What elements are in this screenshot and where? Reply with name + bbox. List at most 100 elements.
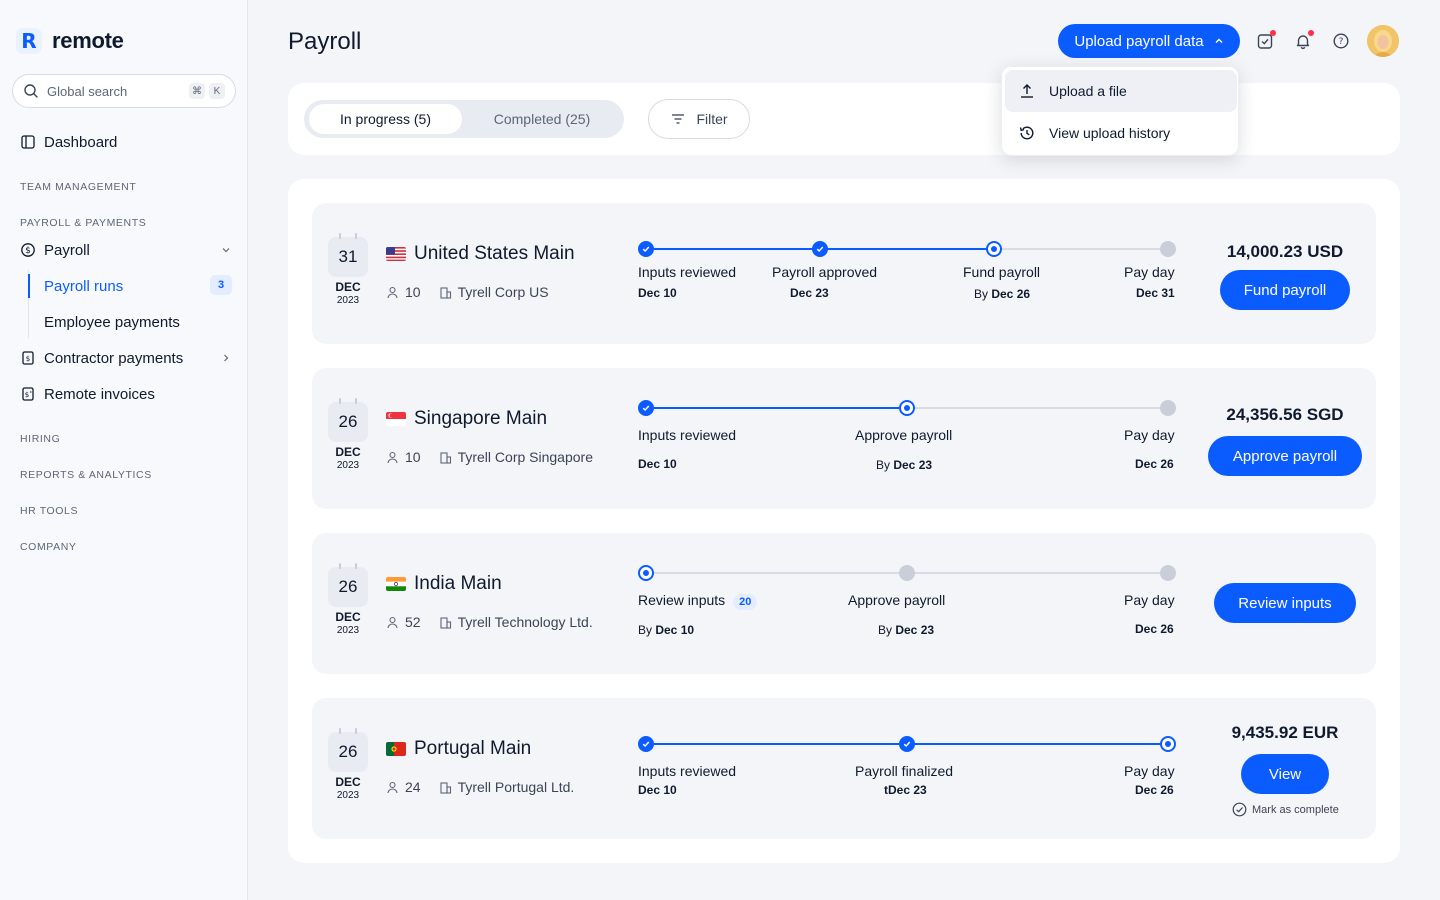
section-hr-tools[interactable]: HR TOOLS	[20, 505, 78, 517]
run-meta: 10 Tyrell Corp US	[386, 284, 549, 300]
progress-track-todo	[994, 248, 1168, 250]
run-people-count: 52	[405, 614, 421, 630]
run-name: India Main	[414, 573, 502, 594]
check-circle-icon	[1232, 802, 1247, 817]
payroll-run-card[interactable]	[312, 698, 1376, 839]
search-placeholder: Global search	[47, 83, 128, 99]
nav-remote-invoices-label: Remote invoices	[44, 385, 155, 403]
run-day: 26	[338, 742, 358, 761]
step-date-value: Dec 26	[1135, 622, 1174, 636]
step-label: Pay day	[1124, 592, 1175, 608]
run-year: 2023	[336, 625, 360, 636]
step-date: By Dec 26	[974, 287, 1030, 301]
nav-dashboard[interactable]: Dashboard	[20, 130, 117, 154]
menu-view-upload-history[interactable]: View upload history	[1005, 112, 1237, 154]
step-date: Dec 26	[1135, 457, 1174, 471]
view-button[interactable]: View	[1241, 754, 1329, 794]
step-date-value: Dec 26	[1135, 457, 1174, 471]
building-icon	[440, 781, 451, 794]
check-icon	[642, 741, 650, 748]
mark-as-complete-label: Mark as complete	[1252, 803, 1339, 816]
section-reports-analytics[interactable]: REPORTS & ANALYTICS	[20, 469, 152, 481]
step-label: Approve payroll	[848, 592, 946, 608]
building-icon	[440, 616, 451, 629]
run-date: 26 DEC 2023	[328, 728, 368, 801]
nav-employee-payments[interactable]: Employee payments	[44, 310, 180, 334]
svg-text:$: $	[25, 246, 31, 256]
step-current-node	[638, 565, 654, 581]
step-date: Dec 26	[1135, 783, 1174, 797]
run-title[interactable]: Portugal Main	[386, 738, 531, 760]
run-entity: Tyrell Corp US	[457, 284, 549, 300]
step-date: By Dec 23	[876, 458, 932, 472]
building-icon	[440, 451, 451, 464]
menu-upload-file[interactable]: Upload a file	[1005, 70, 1237, 112]
run-people-count: 10	[405, 284, 421, 300]
step-label: Payroll finalized	[855, 763, 954, 779]
step-date: By Dec 10	[638, 623, 694, 637]
run-day: 31	[338, 247, 358, 266]
check-icon	[642, 405, 650, 412]
step-date-value: Dec 23	[790, 286, 829, 300]
section-team-management[interactable]: TEAM MANAGEMENT	[20, 181, 136, 193]
history-icon	[1019, 126, 1034, 140]
person-icon	[387, 451, 398, 463]
step-done-node	[638, 736, 654, 752]
section-payroll-payments[interactable]: PAYROLL & PAYMENTS	[20, 217, 146, 229]
upload-payroll-data-button[interactable]: Upload payroll data	[1058, 24, 1240, 58]
run-entity: Tyrell Technology Ltd.	[457, 614, 593, 630]
run-title[interactable]: India Main	[386, 573, 502, 595]
nav-contractor-payments[interactable]: $ Contractor payments	[20, 346, 183, 370]
india-flag-icon	[386, 577, 406, 591]
user-avatar[interactable]	[1367, 25, 1399, 57]
run-name: United States Main	[414, 243, 575, 264]
person-icon	[387, 286, 398, 298]
nav-payroll-runs[interactable]: Payroll runs	[44, 274, 123, 298]
step-date: Dec 26	[1135, 622, 1174, 636]
upload-payroll-data-label: Upload payroll data	[1074, 32, 1204, 50]
run-date: 26 DEC 2023	[328, 563, 368, 636]
tab-in-progress[interactable]: In progress (5)	[309, 104, 462, 134]
tab-completed[interactable]: Completed (25)	[464, 104, 620, 134]
global-search[interactable]: Global search ⌘ K	[12, 74, 236, 108]
section-hiring[interactable]: HIRING	[20, 433, 60, 445]
step-date: Dec 31	[1136, 286, 1175, 300]
notifications-button[interactable]	[1293, 30, 1314, 51]
help-button[interactable]: ?	[1331, 31, 1351, 51]
run-year: 2023	[336, 295, 360, 306]
step-label: Inputs reviewed	[638, 427, 737, 443]
tasks-button[interactable]	[1255, 30, 1276, 51]
run-title[interactable]: United States Main	[386, 243, 575, 265]
us-flag-icon	[386, 247, 406, 261]
subnav-active-indicator	[28, 274, 30, 298]
logo[interactable]: R remote	[16, 28, 124, 54]
run-amount: 14,000.23 USD	[1226, 242, 1344, 261]
run-name: Portugal Main	[414, 738, 532, 759]
nav-dashboard-label: Dashboard	[44, 133, 118, 151]
page-title: Payroll	[288, 28, 362, 55]
chevron-down-icon[interactable]	[221, 245, 231, 255]
chevron-right-icon[interactable]	[221, 353, 231, 363]
step-date-value: Dec 10	[638, 783, 677, 797]
run-day: 26	[338, 577, 358, 596]
notifications-dot	[1308, 30, 1314, 36]
run-title[interactable]: Singapore Main	[386, 408, 547, 430]
review-inputs-button[interactable]: Review inputs	[1214, 583, 1356, 623]
step-date-prefix: By	[878, 623, 896, 637]
payroll-runs-count-badge: 3	[210, 275, 232, 295]
run-date: 26 DEC 2023	[328, 398, 368, 471]
run-entity: Tyrell Portugal Ltd.	[457, 779, 575, 795]
section-company[interactable]: COMPANY	[20, 541, 77, 553]
approve-payroll-button[interactable]: Approve payroll	[1208, 436, 1362, 476]
calendar-icon: 26	[328, 398, 368, 442]
step-current-node	[899, 400, 915, 416]
nav-remote-invoices[interactable]: $ Remote invoices	[20, 382, 155, 406]
filter-button[interactable]: Filter	[648, 99, 750, 139]
fund-payroll-button[interactable]: Fund payroll	[1220, 270, 1350, 310]
run-date: 31 DEC 2023	[328, 233, 368, 306]
nav-payroll[interactable]: $ Payroll	[20, 238, 90, 262]
mark-as-complete[interactable]: Mark as complete	[1232, 802, 1339, 817]
step-current-node	[986, 241, 1002, 257]
run-month: DEC	[335, 280, 361, 294]
person-icon	[387, 616, 398, 628]
